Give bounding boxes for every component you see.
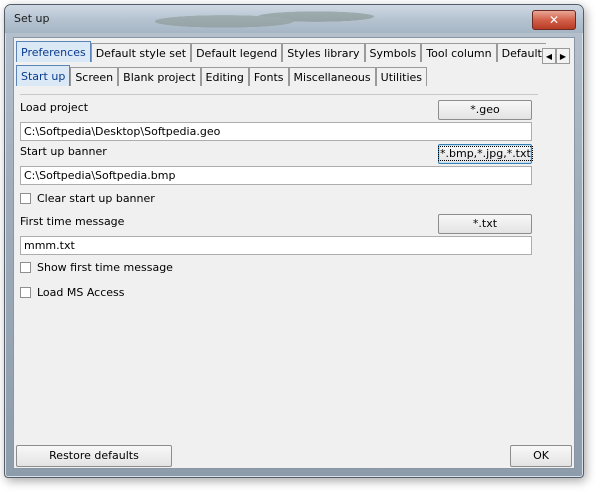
dialog-client-area: Preferences Default style set Default le…	[13, 37, 575, 469]
setup-dialog: Set up ✕ Preferences Default style set D…	[4, 4, 584, 478]
browse-banner-button[interactable]: *.bmp,*.jpg,*.txt	[438, 144, 533, 164]
tab-start-up[interactable]: Start up	[16, 65, 71, 86]
start-up-banner-input[interactable]: C:\Softpedia\Softpedia.bmp	[20, 166, 532, 185]
ok-button[interactable]: OK	[510, 445, 572, 467]
tab-editing[interactable]: Editing	[200, 67, 249, 86]
browse-geo-button[interactable]: *.geo	[438, 100, 532, 120]
tab-tool-column[interactable]: Tool column	[421, 43, 497, 62]
start-up-banner-label: Start up banner	[20, 145, 107, 158]
first-time-message-label: First time message	[20, 215, 125, 228]
title-bar[interactable]: Set up ✕	[5, 5, 583, 33]
start-up-panel: Load project *.geo C:\Softpedia\Desktop\…	[20, 94, 538, 441]
load-project-label: Load project	[20, 101, 89, 114]
clear-banner-checkbox[interactable]: Clear start up banner	[20, 192, 155, 205]
tab-preferences[interactable]: Preferences	[16, 41, 91, 62]
tab-default-project[interactable]: Default proje	[496, 43, 546, 62]
tab-fonts[interactable]: Fonts	[248, 67, 289, 86]
browse-banner-button-label: *.bmp,*.jpg,*.txt	[438, 146, 533, 161]
restore-defaults-label: Restore defaults	[49, 449, 139, 462]
restore-defaults-button[interactable]: Restore defaults	[16, 445, 172, 467]
show-first-message-checkbox-box[interactable]	[20, 262, 31, 273]
window-title: Set up	[14, 12, 50, 25]
tab-scroll-right-icon[interactable]: ▶	[556, 48, 570, 64]
dialog-footer: Restore defaults OK	[14, 442, 574, 468]
browse-txt-button[interactable]: *.txt	[438, 214, 532, 234]
sub-tab-strip: Start up Screen Blank project Editing Fo…	[16, 64, 428, 86]
load-project-input[interactable]: C:\Softpedia\Desktop\Softpedia.geo	[20, 122, 532, 141]
tab-blank-project[interactable]: Blank project	[118, 67, 201, 86]
clear-banner-checkbox-box[interactable]	[20, 193, 31, 204]
load-ms-access-checkbox[interactable]: Load MS Access	[20, 286, 125, 299]
main-tab-strip: Preferences Default style set Default le…	[16, 40, 546, 62]
ok-label: OK	[533, 449, 549, 462]
tab-miscellaneous[interactable]: Miscellaneous	[288, 67, 376, 86]
tab-default-style-set[interactable]: Default style set	[90, 43, 192, 62]
show-first-message-checkbox[interactable]: Show first time message	[20, 261, 173, 274]
tab-styles-library[interactable]: Styles library	[282, 43, 365, 62]
first-time-message-input[interactable]: mmm.txt	[20, 236, 532, 255]
tab-default-legend[interactable]: Default legend	[191, 43, 283, 62]
close-button[interactable]: ✕	[532, 10, 576, 30]
map-background-decoration	[155, 7, 385, 31]
browse-txt-button-label: *.txt	[472, 217, 498, 230]
tab-scroll-controls: ◀ ▶	[542, 48, 570, 64]
tab-symbols[interactable]: Symbols	[364, 43, 422, 62]
tab-screen[interactable]: Screen	[70, 67, 119, 86]
browse-geo-button-label: *.geo	[470, 103, 500, 116]
clear-banner-label: Clear start up banner	[37, 192, 155, 205]
load-ms-access-label: Load MS Access	[37, 286, 125, 299]
close-icon: ✕	[548, 13, 560, 27]
show-first-message-label: Show first time message	[37, 261, 173, 274]
tab-utilities[interactable]: Utilities	[375, 67, 428, 86]
load-ms-access-checkbox-box[interactable]	[20, 287, 31, 298]
tab-scroll-left-icon[interactable]: ◀	[542, 48, 556, 64]
